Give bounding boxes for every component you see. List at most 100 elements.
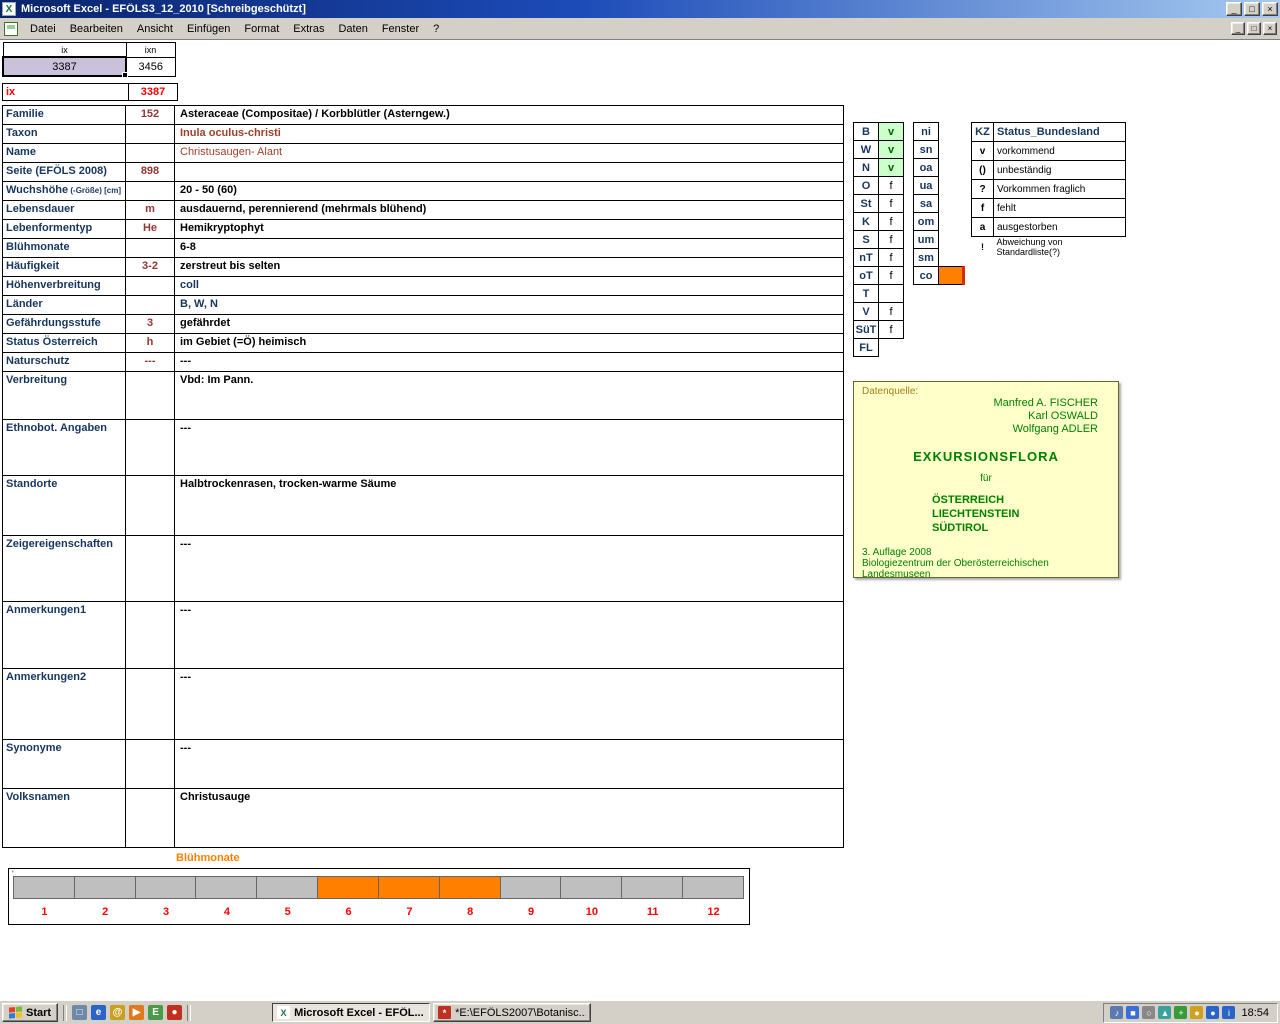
menu-help[interactable]: ? <box>426 20 446 38</box>
form-value-cell[interactable]: 20 - 50 (60) <box>174 181 844 201</box>
region-status-cell[interactable] <box>938 122 964 141</box>
workbook-minimize-button[interactable]: _ <box>1231 22 1245 35</box>
form-value-cell[interactable]: B, W, N <box>174 295 844 315</box>
menu-einfügen[interactable]: Einfügen <box>180 20 237 38</box>
menu-bearbeiten[interactable]: Bearbeiten <box>63 20 130 38</box>
volume-icon[interactable]: ♪ <box>1110 1006 1124 1019</box>
update-icon[interactable]: ● <box>1190 1006 1204 1019</box>
bundesland-status-cell[interactable]: f <box>878 302 904 321</box>
worksheet-area[interactable]: ix ixn 3387 3456 ix 3387 Familie 152 Aster… <box>0 40 1280 1000</box>
region-status-cell[interactable] <box>938 176 964 195</box>
form-code-cell[interactable]: h <box>125 333 175 353</box>
form-code-cell[interactable] <box>125 276 175 296</box>
form-value-cell[interactable]: ausdauernd, perennierend (mehrmals blühe… <box>174 200 844 220</box>
form-code-cell[interactable] <box>125 535 175 602</box>
workbook-restore-button[interactable]: □ <box>1247 22 1261 35</box>
region-status-cell[interactable] <box>938 158 964 177</box>
form-code-cell[interactable] <box>125 668 175 740</box>
form-value-cell[interactable]: Vbd: Im Pann. <box>174 371 844 420</box>
form-code-cell[interactable] <box>125 788 175 848</box>
taskbar-clock[interactable]: 18:54 <box>1241 1007 1269 1019</box>
info-icon[interactable]: i <box>1222 1006 1236 1019</box>
menu-datei[interactable]: Datei <box>23 20 63 38</box>
show-desktop-icon[interactable]: □ <box>72 1005 88 1020</box>
form-value-cell[interactable]: Hemikryptophyt <box>174 219 844 239</box>
form-value-cell[interactable]: --- <box>174 419 844 476</box>
form-value-cell[interactable]: Halbtrockenrasen, trocken-warme Säume <box>174 475 844 536</box>
task-button[interactable]: X Microsoft Excel - EFÖL... <box>272 1003 431 1022</box>
region-status-cell[interactable] <box>938 248 964 267</box>
form-value-cell[interactable]: gefährdet <box>174 314 844 334</box>
form-value-cell[interactable]: coll <box>174 276 844 296</box>
network-icon[interactable]: ▲ <box>1158 1006 1172 1019</box>
bundesland-status-cell[interactable]: f <box>878 230 904 249</box>
menu-fenster[interactable]: Fenster <box>375 20 426 38</box>
form-value-cell[interactable] <box>174 162 844 182</box>
bundesland-status-cell[interactable]: v <box>878 158 904 177</box>
bundesland-status-cell[interactable]: f <box>878 212 904 231</box>
bundesland-status-cell[interactable]: f <box>878 194 904 213</box>
antivirus-icon[interactable]: + <box>1174 1006 1188 1019</box>
form-code-cell[interactable] <box>125 143 175 163</box>
bundesland-status-cell[interactable]: v <box>878 140 904 159</box>
form-value-cell[interactable]: --- <box>174 535 844 602</box>
email-icon[interactable]: @ <box>110 1005 126 1020</box>
bundesland-status-cell[interactable]: f <box>878 176 904 195</box>
internet-explorer-icon[interactable]: e <box>91 1005 107 1020</box>
task-button[interactable]: * *E:\EFÖLS2007\Botanisc... <box>433 1003 592 1022</box>
form-code-cell[interactable] <box>125 371 175 420</box>
form-code-cell[interactable]: 898 <box>125 162 175 182</box>
form-value-cell[interactable]: zerstreut bis selten <box>174 257 844 277</box>
form-value-cell[interactable]: Asteraceae (Compositae) / Korbblütler (A… <box>174 105 844 125</box>
ix-value-cell[interactable]: 3387 <box>2 56 129 79</box>
bundesland-status-cell[interactable]: f <box>878 320 904 339</box>
region-status-cell[interactable] <box>938 140 964 159</box>
display-settings-icon[interactable]: ■ <box>1126 1006 1140 1019</box>
menu-extras[interactable]: Extras <box>286 20 331 38</box>
form-code-cell[interactable]: m <box>125 200 175 220</box>
form-code-cell[interactable]: 3 <box>125 314 175 334</box>
restore-button[interactable]: □ <box>1244 2 1260 16</box>
ix-display-label[interactable]: ix <box>2 83 129 101</box>
form-code-cell[interactable]: He <box>125 219 175 239</box>
form-value-cell[interactable]: --- <box>174 739 844 789</box>
form-value-cell[interactable]: 6-8 <box>174 238 844 258</box>
bundesland-status-cell[interactable]: v <box>878 122 904 141</box>
region-status-cell[interactable] <box>938 230 964 249</box>
workbook-close-button[interactable]: × <box>1263 22 1277 35</box>
form-code-cell[interactable]: 3-2 <box>125 257 175 277</box>
ix-display-value[interactable]: 3387 <box>128 83 178 101</box>
form-value-cell[interactable]: Inula oculus-christi <box>174 124 844 144</box>
form-code-cell[interactable] <box>125 739 175 789</box>
menu-daten[interactable]: Daten <box>331 20 374 38</box>
form-value-cell[interactable]: --- <box>174 352 844 372</box>
form-code-cell[interactable] <box>125 419 175 476</box>
form-value-cell[interactable]: Christusauge <box>174 788 844 848</box>
form-code-cell[interactable] <box>125 295 175 315</box>
minimize-button[interactable]: _ <box>1226 2 1242 16</box>
workbook-icon[interactable] <box>4 21 18 36</box>
form-code-cell[interactable]: 152 <box>125 105 175 125</box>
explorer-icon[interactable]: E <box>148 1005 164 1020</box>
form-value-cell[interactable]: --- <box>174 601 844 669</box>
form-code-cell[interactable] <box>125 238 175 258</box>
form-code-cell[interactable] <box>125 124 175 144</box>
bundesland-status-cell[interactable] <box>878 284 904 303</box>
menu-format[interactable]: Format <box>237 20 286 38</box>
close-button[interactable]: × <box>1262 2 1278 16</box>
media-player-icon[interactable]: ▶ <box>129 1005 145 1020</box>
bundesland-status-cell[interactable]: f <box>878 248 904 267</box>
start-button[interactable]: Start <box>2 1003 59 1022</box>
messenger-icon[interactable]: ● <box>1206 1006 1220 1019</box>
realplayer-icon[interactable]: ● <box>167 1005 183 1020</box>
bloom-months-chart[interactable]: ' 1 2 3 4 5 6 7 8 9 10 11 12 <box>8 868 750 925</box>
menu-ansicht[interactable]: Ansicht <box>130 20 180 38</box>
form-value-cell[interactable]: --- <box>174 668 844 740</box>
form-code-cell[interactable] <box>125 181 175 201</box>
bundesland-status-cell[interactable]: f <box>878 266 904 285</box>
region-status-cell[interactable] <box>938 194 964 213</box>
region-status-cell[interactable] <box>938 212 964 231</box>
ixn-value-cell[interactable]: 3456 <box>125 56 176 77</box>
form-value-cell[interactable]: Christusaugen- Alant <box>174 143 844 163</box>
form-value-cell[interactable]: im Gebiet (=Ö) heimisch <box>174 333 844 353</box>
